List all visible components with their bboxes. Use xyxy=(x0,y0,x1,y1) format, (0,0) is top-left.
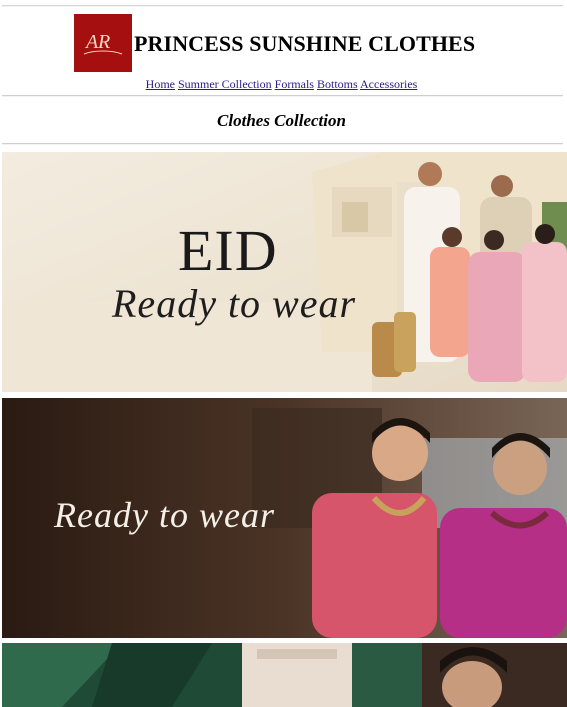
eid-banner[interactable]: EID Ready to wear xyxy=(2,152,567,392)
brand-header: A R PRINCESS SUNSHINE CLOTHES xyxy=(74,14,494,72)
svg-text:A: A xyxy=(84,31,99,53)
ready-to-wear-script: Ready to wear xyxy=(112,281,357,326)
eid-headline: EID xyxy=(178,218,278,283)
ready-to-wear-banner[interactable]: Ready to wear xyxy=(2,398,567,638)
nav-link-bottoms[interactable]: Bottoms xyxy=(317,77,358,91)
site-title: PRINCESS SUNSHINE CLOTHES xyxy=(134,31,476,56)
ready-to-wear-script-2: Ready to wear xyxy=(54,495,275,535)
top-divider xyxy=(2,5,563,7)
collection-title: Clothes Collection xyxy=(217,111,346,130)
eid-banner-image xyxy=(2,152,567,392)
main-nav: Home Summer Collection Formals Bottoms A… xyxy=(0,77,563,92)
brand-logo[interactable]: A R xyxy=(74,14,132,72)
svg-text:R: R xyxy=(97,31,110,53)
nav-link-summer-collection[interactable]: Summer Collection xyxy=(178,77,272,91)
nav-link-accessories[interactable]: Accessories xyxy=(360,77,417,91)
nav-link-home[interactable]: Home xyxy=(146,77,175,91)
section-divider xyxy=(2,143,563,145)
third-banner-image xyxy=(2,643,567,707)
third-banner[interactable] xyxy=(2,643,567,707)
page: A R PRINCESS SUNSHINE CLOTHES Home Summe… xyxy=(0,0,567,707)
nav-link-formals[interactable]: Formals xyxy=(275,77,314,91)
nav-divider xyxy=(2,95,563,97)
